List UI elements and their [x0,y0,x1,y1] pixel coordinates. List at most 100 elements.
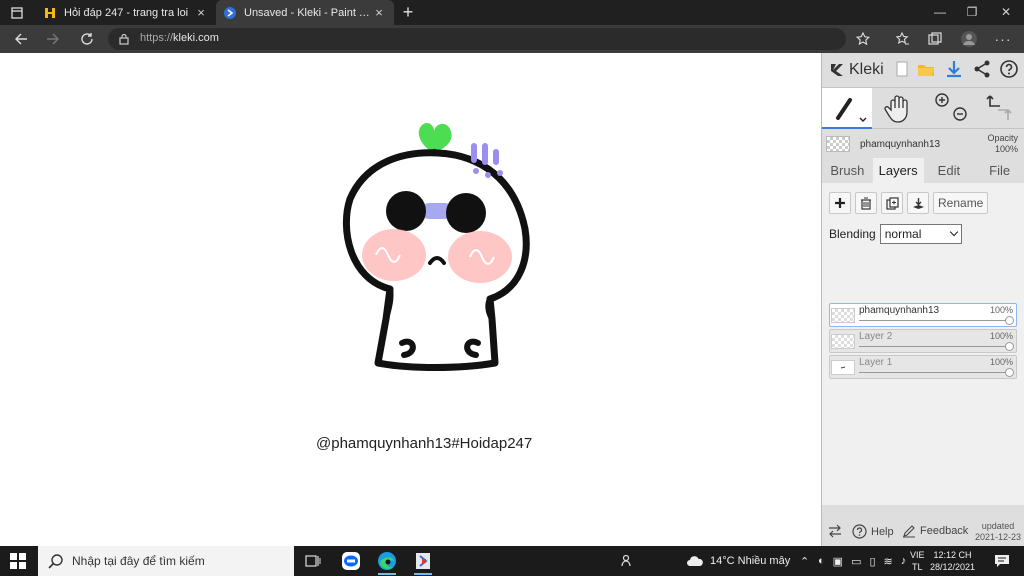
artwork-drawing [342,122,530,371]
taskbar-zalo[interactable] [336,549,366,573]
layer-item[interactable]: Layer 2 100% [829,329,1017,353]
feedback-label: Feedback [920,525,969,537]
system-clock[interactable]: 12:12 CH 28/12/2021 [930,549,975,573]
layer-opacity-knob[interactable] [1005,342,1014,351]
kleki-logo[interactable]: Kleki [828,59,884,81]
new-image-icon[interactable] [892,59,912,79]
tab-actions-button[interactable] [4,3,30,22]
volume-icon[interactable]: ♪ [901,555,907,567]
layer-name: Layer 1 [859,357,893,368]
tray-chevron[interactable]: ⌃ [800,546,809,576]
input-language[interactable]: VIE TL [910,549,925,573]
notifications-button[interactable] [994,546,1010,576]
opacity-label: Opacity [987,133,1018,143]
hand-icon [884,95,908,123]
forward-button[interactable] [42,29,64,49]
lang-bottom: TL [912,562,923,572]
layer-item[interactable]: phamquynhanh13 100% [829,303,1017,327]
hand-tool-button[interactable] [874,88,924,129]
delete-layer-button[interactable] [855,192,877,214]
help-circle-icon[interactable] [999,59,1019,79]
taskbar-app[interactable] [408,549,438,575]
tab-close-icon[interactable]: × [194,5,208,20]
tray-display-icon[interactable]: ▭ [851,555,861,568]
layer-opacity-track[interactable] [859,320,1008,321]
drawing-canvas[interactable]: @phamquynhanh13#Hoidap247 [0,53,821,546]
more-dots-icon: ··· [994,31,1012,47]
favorite-star-icon[interactable] [856,32,870,46]
kleki-app: @phamquynhanh13#Hoidap247 Kleki phamquyn… [0,53,1024,546]
hoidap-favicon-icon [45,7,55,18]
plus-icon [835,198,845,208]
tab-edit[interactable]: Edit [924,158,975,183]
zoom-tools[interactable] [926,88,976,129]
browser-tab-kleki[interactable]: Unsaved - Kleki - Paint Tool × [216,0,394,25]
minimize-button[interactable]: — [924,0,956,25]
left-eye [386,191,426,231]
taskbar-search-box[interactable]: Nhập tại đây để tìm kiếm [38,546,294,576]
left-blush [362,229,426,281]
blending-label: Blending [829,227,876,241]
browser-tab-hoidap[interactable]: Hỏi đáp 247 - trang tra loi × [36,0,216,25]
tab-brush[interactable]: Brush [822,158,873,183]
feedback-button[interactable]: Feedback [902,524,968,538]
download-icon[interactable] [944,59,964,79]
panel-header: Kleki [822,53,1024,87]
trash-icon [861,197,871,210]
address-bar[interactable]: https://kleki.com [108,28,870,50]
blending-select[interactable]: normal [879,224,962,244]
weather-widget[interactable]: 14°C Nhiều mây [686,546,790,576]
right-blush [448,231,512,283]
help-icon [852,524,867,539]
open-folder-icon[interactable] [916,59,936,79]
layer-opacity-knob[interactable] [1005,368,1014,377]
swap-side-button[interactable] [828,524,842,538]
task-view-icon [305,555,321,567]
layer-opacity-track[interactable] [859,346,1008,347]
layer-opacity-knob[interactable] [1005,316,1014,325]
people-button[interactable] [620,546,634,576]
tab-file[interactable]: File [974,158,1024,183]
favorites-button[interactable] [892,29,914,49]
current-layer-opacity[interactable]: Opacity 100% [987,133,1018,155]
brush-tool-button[interactable] [822,88,872,129]
close-window-button[interactable]: ✕ [990,0,1022,25]
chevron-up-icon: ⌃ [800,555,810,568]
restore-button[interactable]: ❐ [956,0,988,25]
taskbar-edge[interactable] [372,549,402,575]
share-icon[interactable] [972,59,992,79]
battery-icon[interactable]: ▯ [869,555,875,568]
duplicate-layer-button[interactable] [881,192,903,214]
help-button[interactable]: Help [852,524,894,539]
profile-button[interactable] [958,29,980,49]
menu-button[interactable]: ··· [992,29,1014,49]
zalo-icon [342,552,360,570]
collections-button[interactable] [924,29,946,49]
windows-taskbar: Nhập tại đây để tìm kiếm 14°C Nhiều mây … [0,546,1024,576]
tray-app-icon[interactable]: ◐ [818,555,825,567]
tab-title: Unsaved - Kleki - Paint Tool [244,6,372,19]
feedback-pencil-icon [903,525,915,538]
tray-camera-icon[interactable]: ▣ [833,555,843,568]
back-button[interactable] [10,29,32,49]
layer-opacity-track[interactable] [859,372,1008,373]
notification-icon [995,555,1009,567]
rename-layer-button[interactable]: Rename [933,192,989,214]
wifi-icon[interactable]: ≋ [884,555,893,568]
windows-start-icon[interactable] [10,553,26,569]
layer-item[interactable]: Layer 1 100% [829,355,1017,379]
tab-layers[interactable]: Layers [872,158,924,183]
merge-layer-button[interactable] [907,192,929,214]
task-view-button[interactable] [298,549,328,573]
tray-icons: ◐ ▣ ▭ ▯ ≋ ♪ [818,546,906,576]
layer-opacity: 100% [989,331,1013,341]
layer-name: phamquynhanh13 [859,305,940,316]
url-text: https://kleki.com [140,32,219,44]
kleki-logo-icon [831,64,843,76]
new-tab-button[interactable]: + [398,2,418,22]
tab-close-icon[interactable]: × [372,5,386,20]
refresh-button[interactable] [76,29,98,49]
add-layer-button[interactable] [829,192,851,214]
profile-avatar-icon [961,31,977,47]
undo-redo-tools[interactable] [974,88,1024,129]
